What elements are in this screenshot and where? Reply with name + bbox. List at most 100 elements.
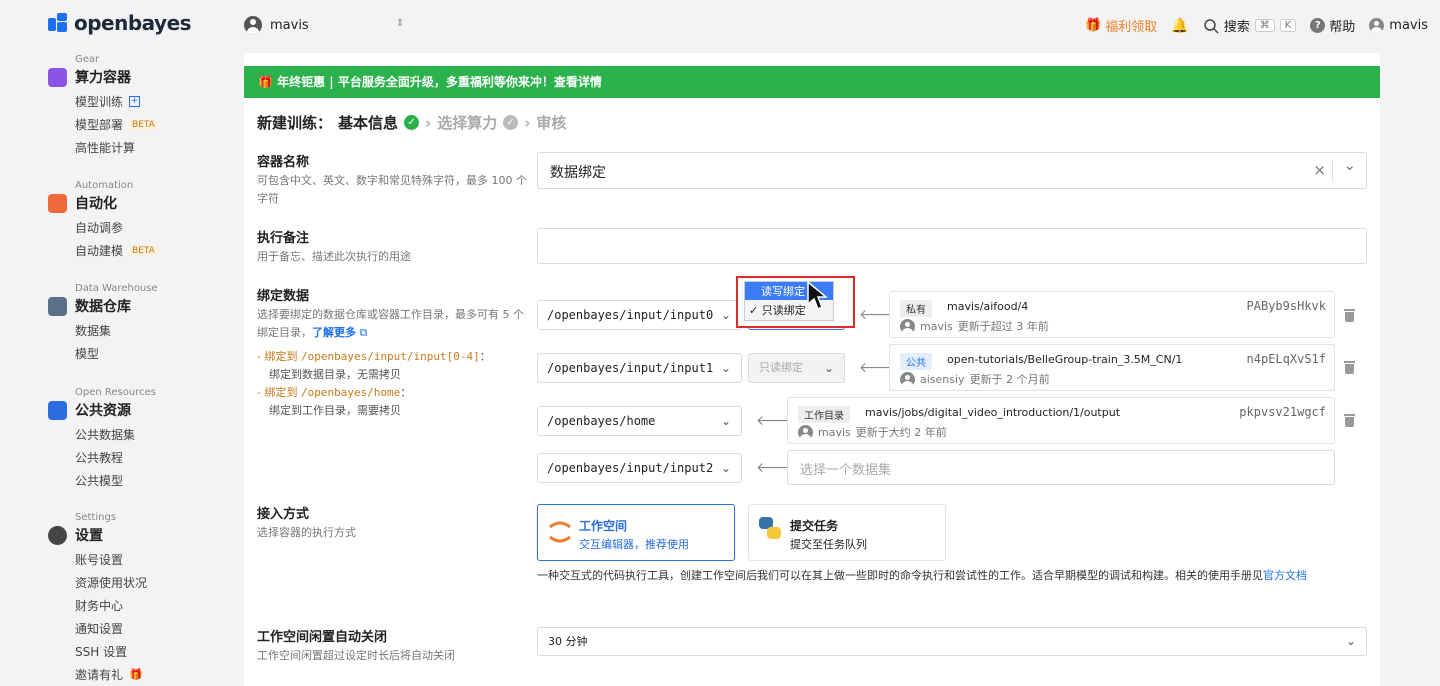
label-desc: 工作空间闲置超过设定时长后将自动关闭	[257, 649, 455, 662]
bind-path-select[interactable]: /openbayes/input/input2 ⌄	[537, 453, 742, 483]
sidebar-item-account[interactable]: 账号设置	[75, 551, 147, 568]
dataset-id: n4pELqXvS1f	[1246, 352, 1326, 366]
search-button[interactable]: 搜索 ⌘ K	[1203, 16, 1297, 35]
item-label: 邀请有礼	[75, 668, 124, 682]
bell-icon[interactable]: 🔔	[1171, 18, 1188, 34]
sidebar-item-training[interactable]: 模型训练 +	[75, 93, 158, 110]
sidebar-heading-warehouse[interactable]: 数据仓库	[48, 296, 158, 316]
label-title: 绑定数据	[257, 289, 310, 304]
dataset-card[interactable]: 私有 mavis/aifood/4 PAByb9sHkvk mavis 更新于超过…	[889, 291, 1335, 338]
dataset-search-input[interactable]: 选择一个数据集	[787, 450, 1335, 485]
python-icon	[759, 517, 781, 539]
sidebar-item-notifications[interactable]: 通知设置	[75, 620, 147, 637]
benefit-label: 福利领取	[1105, 20, 1158, 35]
rule-colon: ：	[479, 350, 491, 363]
item-label: 自动调参	[75, 221, 124, 235]
chevron-down-icon: ⌄	[823, 361, 834, 375]
step-basic-info: 基本信息	[338, 114, 399, 132]
chevron-down-icon: ⌄	[720, 361, 731, 375]
mode-desc: 提交至任务队列	[790, 538, 867, 551]
logo[interactable]: openbayes	[48, 11, 192, 35]
sidebar: Gear 算力容器 模型训练 + 模型部署 BETA 高性能计算 Automatio…	[0, 52, 240, 686]
avatar	[1369, 18, 1385, 33]
help-button[interactable]: ? 帮助	[1310, 16, 1355, 35]
container-name-input[interactable]: 数据绑定 × ⌄	[537, 152, 1367, 189]
bind-path-select[interactable]: /openbayes/input/input0 ⌄	[537, 300, 742, 330]
section-category: Gear	[75, 54, 100, 65]
sidebar-item-hpc[interactable]: 高性能计算	[75, 139, 158, 156]
mode-desc: 交互编辑器，推荐使用	[579, 538, 689, 551]
sidebar-item-models[interactable]: 模型	[75, 345, 158, 362]
chevron-down-icon: ⌄	[720, 308, 731, 322]
step-separator: ›	[425, 113, 432, 132]
mode-workspace[interactable]: 工作空间 交互编辑器，推荐使用	[537, 504, 735, 561]
cube-icon	[48, 67, 67, 87]
sidebar-item-public-datasets[interactable]: 公共数据集	[75, 426, 156, 443]
bind-path-select[interactable]: /openbayes/home ⌄	[537, 406, 742, 436]
trash-icon[interactable]	[1344, 414, 1355, 427]
dataset-card[interactable]: 公共 open-tutorials/BelleGroup-train_3.5M_…	[889, 344, 1335, 391]
menu-item-label: 只读绑定	[761, 304, 806, 317]
sidebar-item-finance[interactable]: 财务中心	[75, 597, 147, 614]
item-label: 模型	[75, 347, 100, 361]
rule-1-desc: 绑定到数据目录，无需拷贝	[269, 368, 401, 381]
idle-timeout-select[interactable]: 30 分钟 ⌄	[537, 627, 1367, 656]
label-title: 工作空间闲置自动关闭	[257, 630, 388, 645]
sidebar-item-invite[interactable]: 邀请有礼 🎁	[75, 666, 147, 683]
trash-icon[interactable]	[1344, 361, 1355, 374]
external-link-icon: ⧉	[356, 326, 368, 339]
kbd-cmd: ⌘	[1254, 19, 1275, 32]
sidebar-item-datasets[interactable]: 数据集	[75, 322, 158, 339]
docs-link[interactable]: 官方文档	[1263, 569, 1307, 582]
user-menu[interactable]: mavis	[1369, 18, 1428, 33]
sidebar-item-public-models[interactable]: 公共模型	[75, 472, 156, 489]
sidebar-heading-settings[interactable]: 设置	[48, 525, 147, 545]
openbayes-logo-icon	[48, 13, 68, 33]
sidebar-heading-open[interactable]: 公共资源	[48, 400, 156, 420]
bind-mode-dropdown: 读写绑定 ✓ 只读绑定	[736, 276, 855, 328]
clear-icon[interactable]: ×	[1313, 161, 1326, 179]
sidebar-section-automation: Automation 自动化 自动调参 自动建模 BETA	[48, 180, 158, 259]
dataset-name: mavis/jobs/digital_video_introduction/1/…	[865, 406, 1121, 419]
sidebar-item-ssh[interactable]: SSH 设置	[75, 643, 147, 660]
dataset-card[interactable]: 工作目录 mavis/jobs/digital_video_introducti…	[787, 397, 1335, 444]
chevron-down-icon: ⌄	[1345, 634, 1356, 648]
org-switcher[interactable]: mavis	[244, 16, 309, 34]
label-title: 容器名称	[257, 155, 310, 170]
owner: aisensiy	[920, 372, 965, 386]
sidebar-heading-gear[interactable]: 算力容器	[48, 67, 158, 87]
benefit-link[interactable]: 🎁 福利领取	[1085, 16, 1157, 35]
item-label: 账号设置	[75, 553, 124, 567]
gear-icon	[48, 525, 67, 545]
database-icon	[48, 296, 67, 316]
mode-help-text: 一种交互式的代码执行工具，创建工作空间后我们可以在其上做一些即时的命令执行和尝试…	[537, 569, 1263, 582]
label-desc: 选择容器的执行方式	[257, 526, 356, 539]
sidebar-item-usage[interactable]: 资源使用状况	[75, 574, 147, 591]
label-title: 执行备注	[257, 231, 310, 246]
user-name: mavis	[1389, 18, 1428, 33]
item-label: 财务中心	[75, 599, 124, 613]
mode-submit-task[interactable]: 提交任务 提交至任务队列	[748, 504, 946, 561]
sidebar-item-public-tutorials[interactable]: 公共教程	[75, 449, 156, 466]
bind-path-select[interactable]: /openbayes/input/input1 ⌄	[537, 353, 742, 383]
label-desc: 选择要绑定的数据仓库或容器工作目录，最多可有 5 个绑定目录，了解更多 ⧉	[257, 306, 527, 342]
heading-label: 公共资源	[75, 403, 131, 419]
sidebar-item-automodel[interactable]: 自动建模 BETA	[75, 242, 158, 259]
heading-label: 算力容器	[75, 70, 131, 86]
learn-more-link[interactable]: 了解更多	[312, 326, 356, 339]
sidebar-item-deploy[interactable]: 模型部署 BETA	[75, 116, 158, 133]
sidebar-item-autotune[interactable]: 自动调参	[75, 219, 158, 236]
trash-icon[interactable]	[1344, 309, 1355, 322]
promo-banner[interactable]: 🎁 年终钜惠 | 平台服务全面升级，多重福利等你来冲！查看详情	[244, 66, 1380, 98]
globe-icon	[48, 400, 67, 420]
chevron-down-icon[interactable]: ⌄	[1343, 156, 1356, 174]
note-input[interactable]	[537, 228, 1367, 264]
note-field-label: 执行备注 用于备忘、描述此次执行的用途	[257, 227, 527, 266]
item-label: 通知设置	[75, 622, 124, 636]
rule-1: - 绑定到 /openbayes/input/input[0-4]：	[257, 348, 527, 366]
bind-mode-select[interactable]: 只读绑定 ⌄	[748, 353, 845, 383]
dataset-name: open-tutorials/BelleGroup-train_3.5M_CN/…	[947, 353, 1183, 366]
heading-label: 自动化	[75, 196, 117, 212]
sidebar-heading-automation[interactable]: 自动化	[48, 193, 158, 213]
add-icon[interactable]: +	[129, 96, 141, 107]
